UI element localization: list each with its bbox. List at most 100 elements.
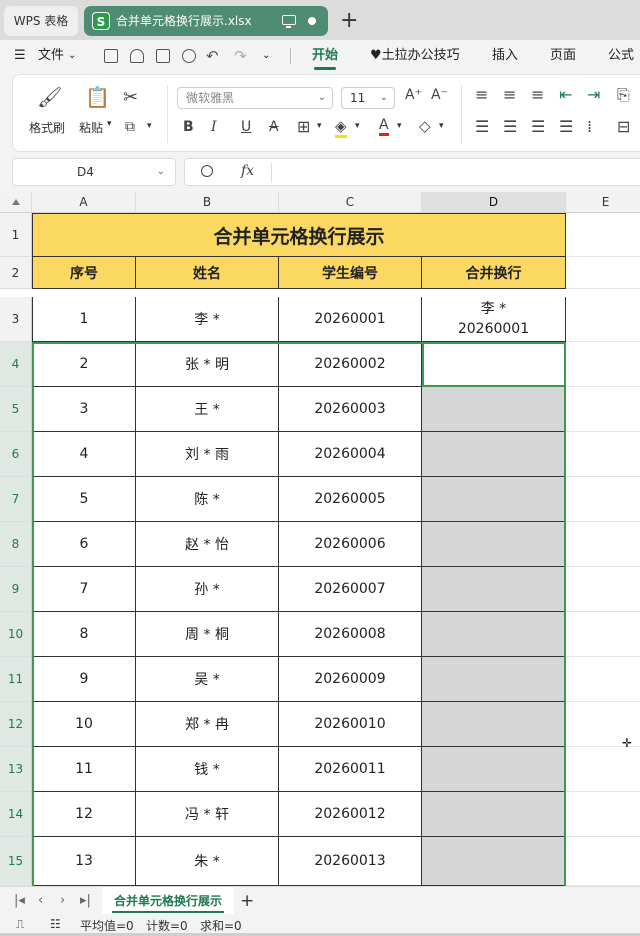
cell-number[interactable]: 13 [32, 837, 136, 886]
row-header[interactable]: 9 [0, 567, 32, 612]
cell-number[interactable]: 4 [32, 432, 136, 477]
column-header-c[interactable]: C [279, 192, 422, 213]
cell-name[interactable]: 周 * 桐 [136, 612, 279, 657]
cell-number[interactable]: 8 [32, 612, 136, 657]
cell-number[interactable]: 1 [32, 297, 136, 342]
cell-name[interactable]: 张 * 明 [136, 342, 279, 387]
cell-merged-wrap[interactable] [422, 837, 566, 886]
row-header[interactable]: 8 [0, 522, 32, 567]
new-tab-plus-icon[interactable]: + [340, 6, 358, 36]
cell-student-id[interactable]: 20260001 [279, 297, 422, 342]
print-icon[interactable] [156, 49, 170, 63]
cell-student-id[interactable]: 20260009 [279, 657, 422, 702]
align-right-icon[interactable]: ☰ [531, 117, 545, 136]
cell-merged-wrap[interactable] [422, 432, 566, 477]
cell-name[interactable]: 王 * [136, 387, 279, 432]
cell-empty[interactable] [566, 837, 640, 886]
cell-name[interactable]: 陈 * [136, 477, 279, 522]
cell-name[interactable]: 钱 * [136, 747, 279, 792]
font-color-chevron-icon[interactable]: ▾ [397, 121, 402, 131]
menu-tab-insert[interactable]: 插入 [492, 40, 518, 72]
cell-empty[interactable] [566, 297, 640, 342]
cell-student-id[interactable]: 20260006 [279, 522, 422, 567]
cell-empty[interactable] [566, 432, 640, 477]
copy-icon[interactable]: ⧉ [125, 119, 135, 135]
cell-student-id[interactable]: 20260008 [279, 612, 422, 657]
cell-merged-wrap[interactable] [422, 522, 566, 567]
font-size-select[interactable]: 11 ⌄ [341, 87, 395, 109]
cell-student-id[interactable]: 20260012 [279, 792, 422, 837]
redo-icon[interactable]: ↷ [234, 40, 247, 72]
cell-name[interactable]: 李 * [136, 297, 279, 342]
macro-icon[interactable]: ⎍ [16, 917, 24, 932]
name-box[interactable]: D4 ⌄ [12, 158, 176, 186]
cell-merged-wrap[interactable] [422, 567, 566, 612]
prev-sheet-icon[interactable]: ‹ [38, 887, 43, 915]
cell-number[interactable]: 9 [32, 657, 136, 702]
decrease-font-icon[interactable]: A⁻ [431, 87, 448, 103]
justify-icon[interactable]: ☰ [559, 117, 573, 136]
cell-empty[interactable] [566, 522, 640, 567]
cell-empty[interactable] [566, 342, 640, 387]
cell-name[interactable]: 朱 * [136, 837, 279, 886]
cell-empty[interactable] [566, 792, 640, 837]
cell-name[interactable]: 孙 * [136, 567, 279, 612]
cell-merged-wrap[interactable]: 李 * 20260001 [422, 297, 566, 342]
align-left-icon[interactable]: ☰ [475, 117, 489, 136]
cell-empty[interactable] [566, 747, 640, 792]
column-title-cell[interactable]: 序号 [32, 257, 136, 289]
cell-merged-wrap[interactable] [422, 477, 566, 522]
column-header-b[interactable]: B [136, 192, 279, 213]
cell-merged-wrap[interactable] [422, 612, 566, 657]
menu-tab-home[interactable]: 开始 [312, 40, 338, 72]
wrap-text-icon[interactable]: ⎘ [617, 85, 630, 105]
spreadsheet-grid[interactable]: A B C D E 1 2 3 4 5 6 7 8 9 10 11 12 13 14 15 合并单元格换行展示 序号 姓名学… [0, 192, 640, 886]
cell-empty[interactable] [566, 477, 640, 522]
align-top-icon[interactable]: ≡ [475, 85, 488, 104]
increase-indent-icon[interactable]: ⇥ [587, 85, 600, 104]
cell-number[interactable]: 11 [32, 747, 136, 792]
menu-file[interactable]: 文件 [38, 40, 64, 72]
cell-number[interactable]: 7 [32, 567, 136, 612]
cell-student-id[interactable]: 20260011 [279, 747, 422, 792]
formula-input[interactable]: fx [184, 158, 640, 186]
font-color-icon[interactable]: A [379, 117, 389, 136]
fill-color-icon[interactable]: ◈ [335, 117, 347, 138]
paste-button[interactable]: 粘贴 [79, 119, 103, 136]
row-header[interactable]: 6 [0, 432, 32, 477]
cell-merged-wrap[interactable] [422, 387, 566, 432]
row-header[interactable]: 4 [0, 342, 32, 387]
column-header-a[interactable]: A [32, 192, 136, 213]
paste-icon[interactable]: 📋 [85, 85, 110, 109]
cell-merged-wrap[interactable] [422, 702, 566, 747]
cell-empty[interactable] [566, 213, 640, 257]
cell-number[interactable]: 10 [32, 702, 136, 747]
row-header[interactable]: 13 [0, 747, 32, 792]
bold-button[interactable]: B [183, 119, 194, 135]
menu-tab-formula[interactable]: 公式 [608, 40, 634, 72]
add-sheet-icon[interactable]: + [240, 887, 254, 915]
column-header-e[interactable]: E [566, 192, 640, 213]
active-cell-d4[interactable] [422, 342, 566, 387]
italic-button[interactable]: I [211, 119, 217, 135]
quick-access-chevron-icon[interactable]: ⌄ [262, 40, 270, 72]
cell-number[interactable]: 12 [32, 792, 136, 837]
border-icon[interactable]: ⊞ [297, 117, 310, 136]
strikethrough-button[interactable]: A [269, 119, 279, 135]
first-sheet-icon[interactable]: |◂ [14, 887, 25, 915]
undo-icon[interactable]: ↶ [206, 40, 219, 72]
sheet-tab-active[interactable]: 合并单元格换行展示 [102, 887, 235, 915]
copy-chevron-icon[interactable]: ▾ [147, 121, 152, 131]
row-header[interactable]: 2 [0, 257, 32, 289]
font-name-select[interactable]: 微软雅黑 ⌄ [177, 87, 333, 109]
cell-name[interactable]: 冯 * 轩 [136, 792, 279, 837]
cell-merged-wrap[interactable] [422, 657, 566, 702]
hamburger-menu-icon[interactable]: ☰ [14, 40, 26, 72]
cell-student-id[interactable]: 20260007 [279, 567, 422, 612]
cell-number[interactable]: 6 [32, 522, 136, 567]
fx-icon[interactable]: fx [241, 163, 254, 179]
cell-empty[interactable] [566, 257, 640, 289]
cell-name[interactable]: 赵 * 怡 [136, 522, 279, 567]
format-painter-button[interactable]: 格式刷 [29, 119, 65, 136]
cut-icon[interactable]: ✂ [123, 87, 138, 108]
